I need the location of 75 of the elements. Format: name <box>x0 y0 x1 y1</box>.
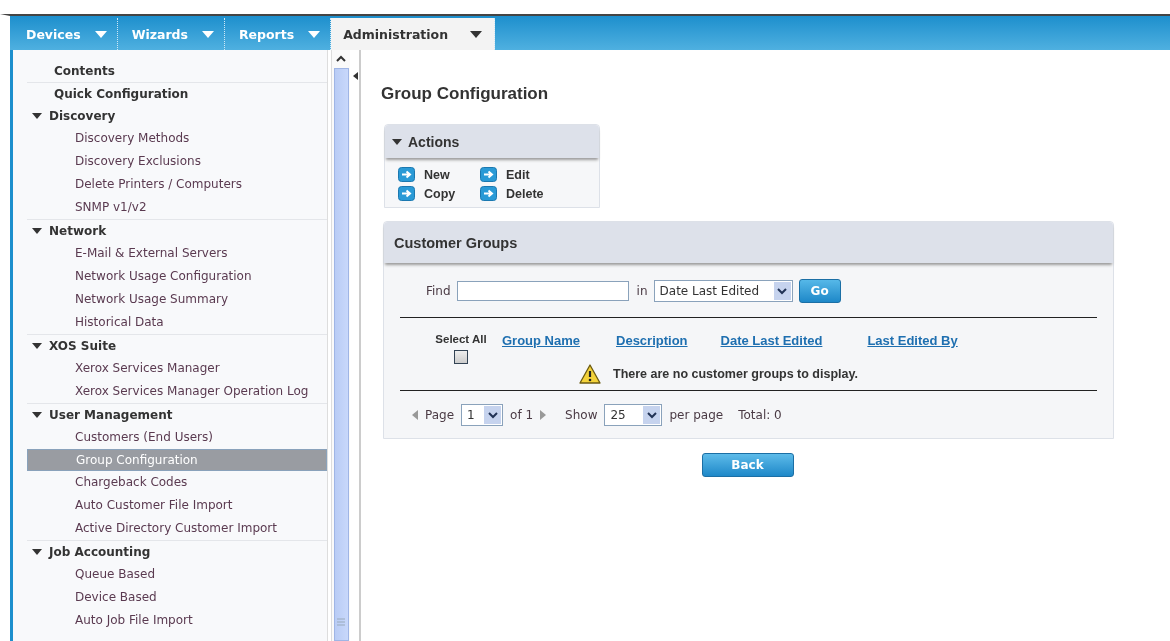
find-label: Find <box>426 284 451 298</box>
sidebar-item[interactable]: Discovery Exclusions <box>27 150 327 173</box>
empty-message: There are no customer groups to display. <box>613 367 858 381</box>
chevron-down-icon <box>487 411 498 419</box>
sidebar-item[interactable]: Historical Data <box>27 311 327 334</box>
action-link[interactable]: Delete <box>480 186 580 201</box>
arrow-icon <box>480 186 497 201</box>
select-all-checkbox[interactable] <box>454 350 468 364</box>
column-header-link[interactable]: Description <box>616 333 688 348</box>
sidebar-item[interactable]: Contents <box>27 60 327 82</box>
nav-tab[interactable]: Administration <box>331 18 496 50</box>
sidebar-item[interactable]: Discovery Methods <box>27 127 327 150</box>
sidebar-item[interactable]: Quick Configuration <box>27 83 327 105</box>
next-icon <box>540 410 547 420</box>
page-count: of 1 <box>510 408 534 422</box>
page-title: Group Configuration <box>381 84 550 104</box>
sidebar-item[interactable]: Auto Customer File Import <box>27 494 327 517</box>
panel-title: Customer Groups <box>384 222 1113 263</box>
triangle-icon <box>32 343 42 349</box>
sidebar-item[interactable]: User Management <box>27 404 327 426</box>
triangle-icon <box>32 113 42 119</box>
collapse-icon <box>352 72 358 80</box>
sidebar-item[interactable]: Xerox Services Manager <box>27 357 327 380</box>
caret-icon <box>308 30 321 38</box>
in-label: in <box>636 284 648 298</box>
sidebar-item[interactable]: SNMP v1/v2 <box>27 196 327 219</box>
sidebar-item[interactable]: Network <box>27 220 327 242</box>
triangle-icon <box>32 549 42 555</box>
triangle-icon <box>32 412 42 418</box>
action-link[interactable]: Edit <box>480 167 580 182</box>
column-header-link[interactable]: Group Name <box>502 333 580 348</box>
column-header-link[interactable]: Date Last Edited <box>720 333 823 348</box>
page-label: Page <box>425 408 455 422</box>
previous-icon <box>412 410 418 420</box>
triangle-icon <box>32 228 42 234</box>
caret-icon <box>94 30 107 38</box>
sidebar-item[interactable]: Device Based <box>27 586 327 609</box>
chevron-down-icon <box>777 287 788 295</box>
show-label: Show <box>565 408 598 422</box>
arrow-icon <box>480 167 497 182</box>
page-dropdown[interactable]: 1 <box>461 404 504 426</box>
sidebar-item[interactable]: Queue Based <box>27 563 327 586</box>
scrollbar[interactable] <box>331 50 350 641</box>
column-header-link[interactable]: Last Edited By <box>867 333 958 348</box>
sidebar-item[interactable]: E-Mail & External Servers <box>27 242 327 265</box>
sidebar-item[interactable]: Customers (End Users) <box>27 426 327 449</box>
sidebar-item[interactable]: Auto Job File Import <box>27 609 327 632</box>
arrow-icon <box>398 167 415 182</box>
sidebar-item[interactable]: Xerox Services Manager Operation Log <box>27 380 327 403</box>
select-all-label: Select All <box>435 333 487 345</box>
caret-icon <box>470 30 483 38</box>
triangle-icon <box>392 138 402 145</box>
arrow-icon <box>398 186 415 201</box>
find-field[interactable] <box>456 281 629 301</box>
sidebar-item[interactable]: Active Directory Customer Import <box>27 517 327 540</box>
field-dropdown[interactable]: Date Last Edited <box>653 280 793 302</box>
page-size-dropdown[interactable]: 25 <box>604 404 663 426</box>
grip-icon <box>337 618 345 626</box>
splitter[interactable] <box>351 50 361 641</box>
panel-header[interactable]: Actions <box>385 125 599 158</box>
warning-icon <box>579 364 601 384</box>
caret-icon <box>201 30 214 38</box>
sidebar-item[interactable]: Delete Printers / Computers <box>27 173 327 196</box>
sidebar-item[interactable]: Job Accounting <box>27 541 327 563</box>
total-count: Total: 0 <box>738 408 782 422</box>
action-link[interactable]: New <box>398 167 480 182</box>
sidebar-item[interactable]: Chargeback Codes <box>27 471 327 494</box>
action-link[interactable]: Copy <box>398 186 480 201</box>
sidebar-item[interactable]: Network Usage Summary <box>27 288 327 311</box>
scroll-thumb[interactable] <box>333 68 349 641</box>
sidebar-item[interactable]: XOS Suite <box>27 335 327 357</box>
sidebar-item[interactable]: Network Usage Configuration <box>27 265 327 288</box>
sidebar-item[interactable]: Discovery <box>27 105 327 127</box>
per-page-label: per page <box>669 408 724 422</box>
chevron-down-icon <box>646 411 657 419</box>
